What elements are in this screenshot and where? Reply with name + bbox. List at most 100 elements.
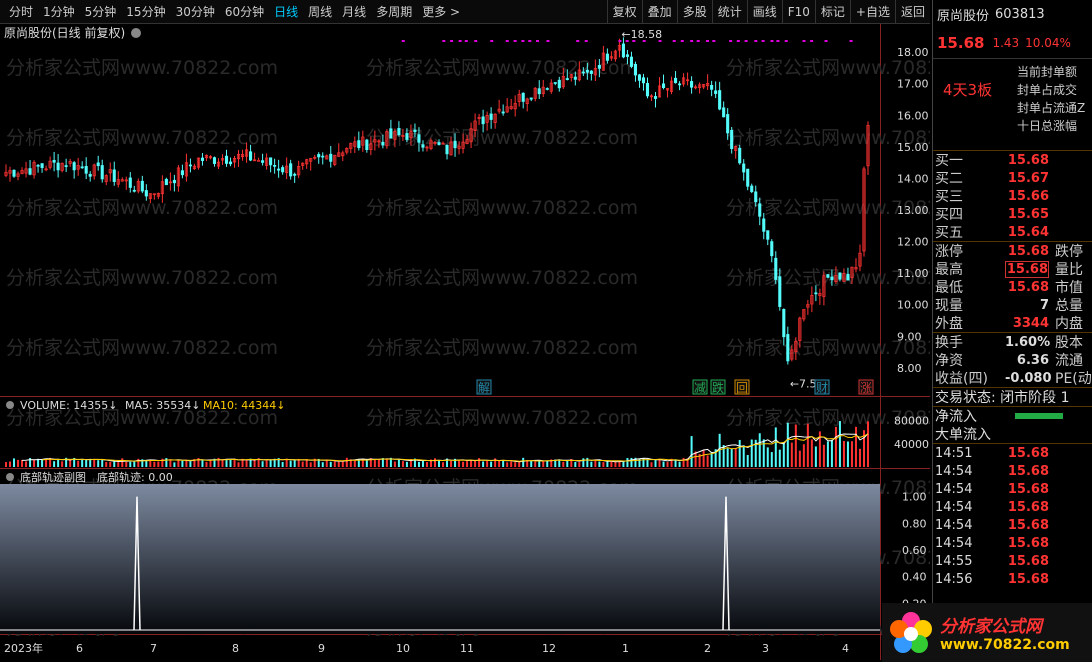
candle-body	[437, 142, 441, 145]
x-tick-label: 12	[542, 642, 556, 655]
timeframe-tab[interactable]: 更多 >	[422, 3, 460, 20]
kline-chart-svg[interactable]: 分析家公式网www.70822.com 分析家公式网www.70822.com 分析…	[0, 24, 998, 660]
signal-dot	[736, 40, 740, 42]
volume-bar	[97, 460, 100, 467]
candle-body	[633, 64, 638, 76]
volume-bar	[582, 458, 585, 467]
volume-bar	[341, 461, 344, 467]
timeframe-tab[interactable]: 分时	[9, 3, 33, 20]
volume-bar	[682, 457, 685, 467]
signal-dot	[450, 40, 454, 42]
volume-bar	[690, 436, 693, 467]
volume-bar	[466, 461, 469, 467]
trade-status-section: 交易状态: 闭市阶段 1	[933, 387, 1092, 406]
volume-bar	[101, 459, 104, 467]
volume-settings-icon[interactable]	[6, 401, 14, 409]
volume-bar	[109, 461, 112, 467]
toolbar-button[interactable]: 统计	[711, 0, 747, 24]
volume-bar	[510, 461, 513, 467]
volume-bar	[518, 462, 521, 467]
dropdown-icon[interactable]	[131, 28, 141, 38]
volume-bar	[726, 448, 729, 467]
signal-dot	[824, 40, 828, 42]
volume-bar	[209, 460, 212, 467]
volume-bar	[486, 461, 489, 467]
volume-bar	[229, 459, 232, 467]
toolbar-button[interactable]: 叠加	[641, 0, 677, 24]
tick-price: 15.68	[1007, 445, 1049, 461]
toolbar-button[interactable]: 画线	[746, 0, 782, 24]
timeframe-tab[interactable]: 月线	[342, 3, 366, 20]
tick-list[interactable]: 14:51 15.68 14:54 15.68 14:54 15.68 14:54 15.68…	[933, 443, 1092, 588]
timeframe-tab[interactable]: 周线	[308, 3, 332, 20]
volume-bar	[810, 439, 813, 467]
candle-body	[80, 166, 84, 169]
volume-bar	[578, 462, 581, 467]
stock-name: 原尚股份	[937, 8, 990, 24]
volume-bar	[562, 461, 565, 467]
quote-row: 现量 7 总量	[933, 296, 1092, 315]
timeframe-tab[interactable]: 30分钟	[176, 3, 215, 20]
volume-bar	[738, 439, 741, 467]
signal-dot	[464, 40, 468, 42]
flow-label: 净流入	[935, 409, 977, 425]
ma10-label: MA10: 44344↓	[203, 399, 285, 412]
volume-bar	[838, 421, 841, 467]
volume-bar	[858, 448, 861, 467]
candle-body	[766, 230, 770, 240]
quote-row: 买四 15.65	[933, 205, 1092, 224]
indicator-settings-icon[interactable]	[6, 473, 14, 481]
candle-body	[553, 82, 557, 84]
volume-bar	[742, 445, 745, 467]
volume-bar	[470, 459, 473, 467]
volume-bar	[293, 459, 296, 467]
volume-bar	[321, 462, 324, 467]
candle-body	[625, 54, 629, 57]
pane-divider	[0, 396, 930, 397]
timeframe-tab[interactable]: 15分钟	[126, 3, 165, 20]
chart-area[interactable]: 分析家公式网www.70822.com 分析家公式网www.70822.com 分析…	[0, 24, 998, 660]
candle-body	[140, 180, 144, 192]
volume-bar	[458, 459, 461, 467]
toolbar-button[interactable]: +自选	[849, 0, 895, 24]
quote-row-extra: 量比	[1055, 262, 1083, 278]
candle-body	[690, 81, 694, 88]
candle-body	[261, 160, 265, 163]
timeframe-tab[interactable]: 5分钟	[85, 3, 117, 20]
timeframe-tab[interactable]: 多周期	[376, 3, 412, 20]
price-tick-label: 12.00	[897, 236, 929, 249]
candle-body	[64, 165, 68, 167]
toolbar-button[interactable]: 标记	[814, 0, 850, 24]
timeframe-tab[interactable]: 日线	[274, 3, 298, 20]
volume-bar	[13, 458, 16, 467]
timeframe-tabs: 分时 1分钟 5分钟 15分钟 30分钟 60分钟 日线 周线 月线 多周期 更多 >	[0, 3, 465, 20]
tick-row: 14:51 15.68	[933, 444, 1092, 462]
toolbar-button[interactable]: 多股	[676, 0, 712, 24]
volume-bar	[113, 461, 116, 467]
watermark-text: 分析家公式网www.70822.com	[6, 337, 278, 359]
candle-body	[637, 74, 642, 81]
volume-bar	[790, 442, 793, 467]
quote-row: 涨停 15.68 跌停	[933, 242, 1092, 261]
toolbar-button[interactable]: 返回	[894, 0, 930, 24]
volume-bar	[614, 461, 617, 467]
timeframe-tab[interactable]: 60分钟	[225, 3, 264, 20]
price-line: 15.68 1.43 10.04%	[933, 28, 1092, 58]
quote-row-value: 15.66	[1007, 188, 1049, 204]
toolbar-button[interactable]: F10	[781, 0, 815, 24]
candle-body	[289, 163, 293, 177]
volume-bar	[778, 449, 781, 467]
candle-body	[273, 165, 277, 167]
signal-dot	[458, 40, 462, 42]
volume-bar	[826, 441, 829, 467]
timeframe-tab[interactable]: 1分钟	[43, 3, 75, 20]
toolbar-button[interactable]: 复权	[606, 0, 642, 24]
candle-body	[621, 43, 625, 58]
watermark-text: 分析家公式网www.70822.com	[366, 337, 638, 359]
volume-bar	[401, 461, 404, 467]
volume-bar	[33, 459, 36, 467]
indicator-tick-label: 0.60	[902, 544, 927, 557]
price-tick-label: 18.00	[897, 46, 929, 59]
volume-bar	[786, 422, 789, 467]
quote-row: 最高 15.68 量比	[933, 260, 1092, 278]
